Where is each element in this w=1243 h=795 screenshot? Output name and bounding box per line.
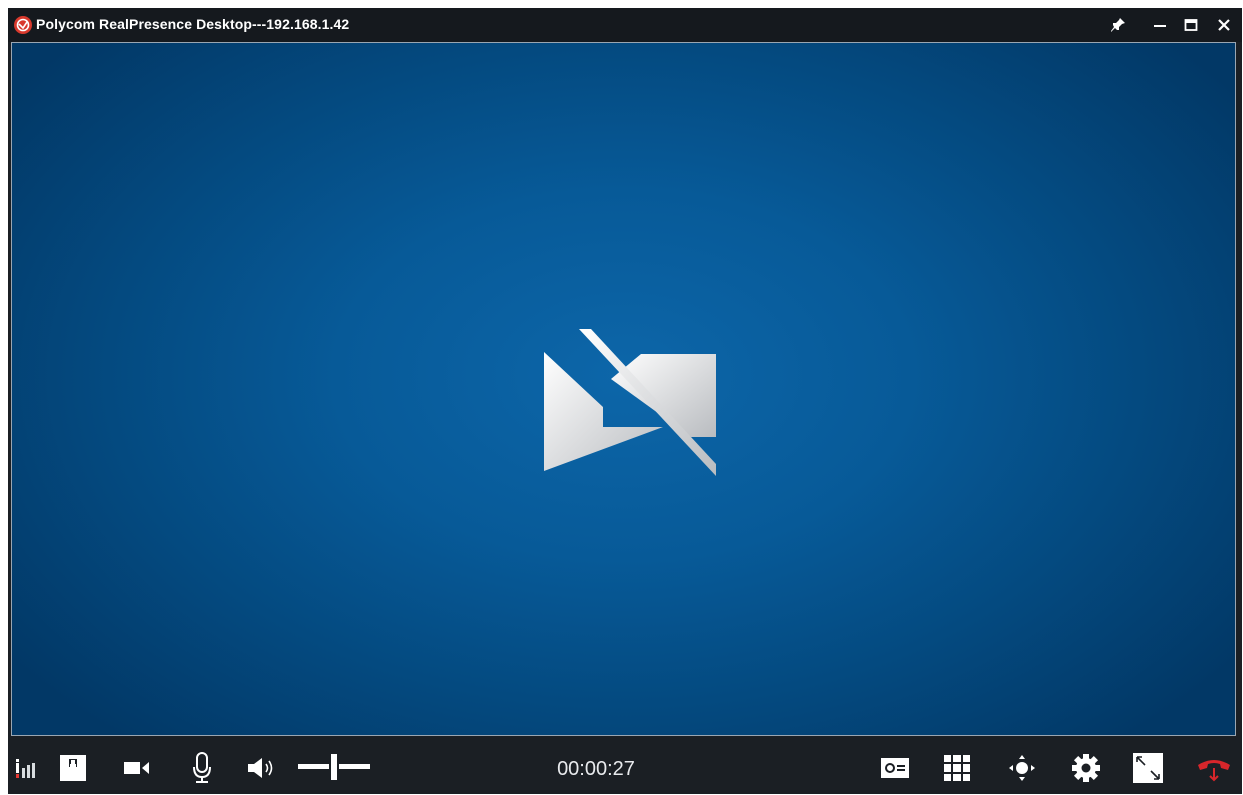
microphone-icon — [193, 752, 211, 783]
video-off-icon — [544, 329, 716, 476]
content-share-button[interactable] — [877, 754, 913, 782]
dialpad-icon — [944, 755, 970, 781]
pin-icon — [1111, 18, 1125, 32]
close-icon — [1218, 19, 1230, 31]
fullscreen-icon — [1133, 753, 1163, 783]
settings-icon — [1072, 754, 1100, 782]
hang-up-icon — [1198, 760, 1230, 782]
minimize-icon — [1154, 25, 1166, 27]
fullscreen-button[interactable] — [1130, 750, 1166, 786]
call-timer: 00:00:27 — [557, 758, 635, 780]
far-end-camera-icon — [1009, 755, 1035, 781]
dialpad-button[interactable] — [940, 751, 974, 785]
camera-icon — [124, 762, 149, 774]
maximize-button[interactable] — [1175, 11, 1207, 39]
pin-button[interactable] — [1102, 11, 1134, 39]
volume-slider-handle[interactable] — [329, 752, 339, 782]
hang-up-button[interactable] — [1194, 752, 1234, 786]
content-share-icon — [881, 758, 909, 778]
maximize-icon — [1184, 19, 1198, 31]
self-view-button[interactable] — [56, 752, 90, 784]
polycom-logo-icon — [14, 16, 32, 34]
camera-button[interactable] — [118, 754, 154, 782]
far-end-camera-button[interactable] — [1005, 751, 1039, 785]
microphone-button[interactable] — [188, 748, 216, 788]
close-button[interactable] — [1208, 11, 1240, 39]
speaker-icon — [248, 758, 273, 778]
call-toolbar: 00:00:27 — [8, 740, 1242, 794]
signal-strength-icon — [16, 759, 35, 778]
app-window: Polycom RealPresence Desktop---192.168.1… — [8, 8, 1242, 794]
volume-slider-track — [298, 752, 370, 782]
settings-button[interactable] — [1068, 750, 1104, 786]
volume-slider[interactable] — [296, 750, 372, 784]
speaker-button[interactable] — [244, 752, 280, 784]
title-bar[interactable]: Polycom RealPresence Desktop---192.168.1… — [8, 8, 1242, 42]
self-view-icon — [60, 755, 86, 781]
window-title: Polycom RealPresence Desktop---192.168.1… — [36, 16, 350, 32]
minimize-button[interactable] — [1144, 11, 1176, 39]
signal-strength-button[interactable] — [10, 754, 42, 782]
video-area[interactable] — [11, 42, 1236, 736]
